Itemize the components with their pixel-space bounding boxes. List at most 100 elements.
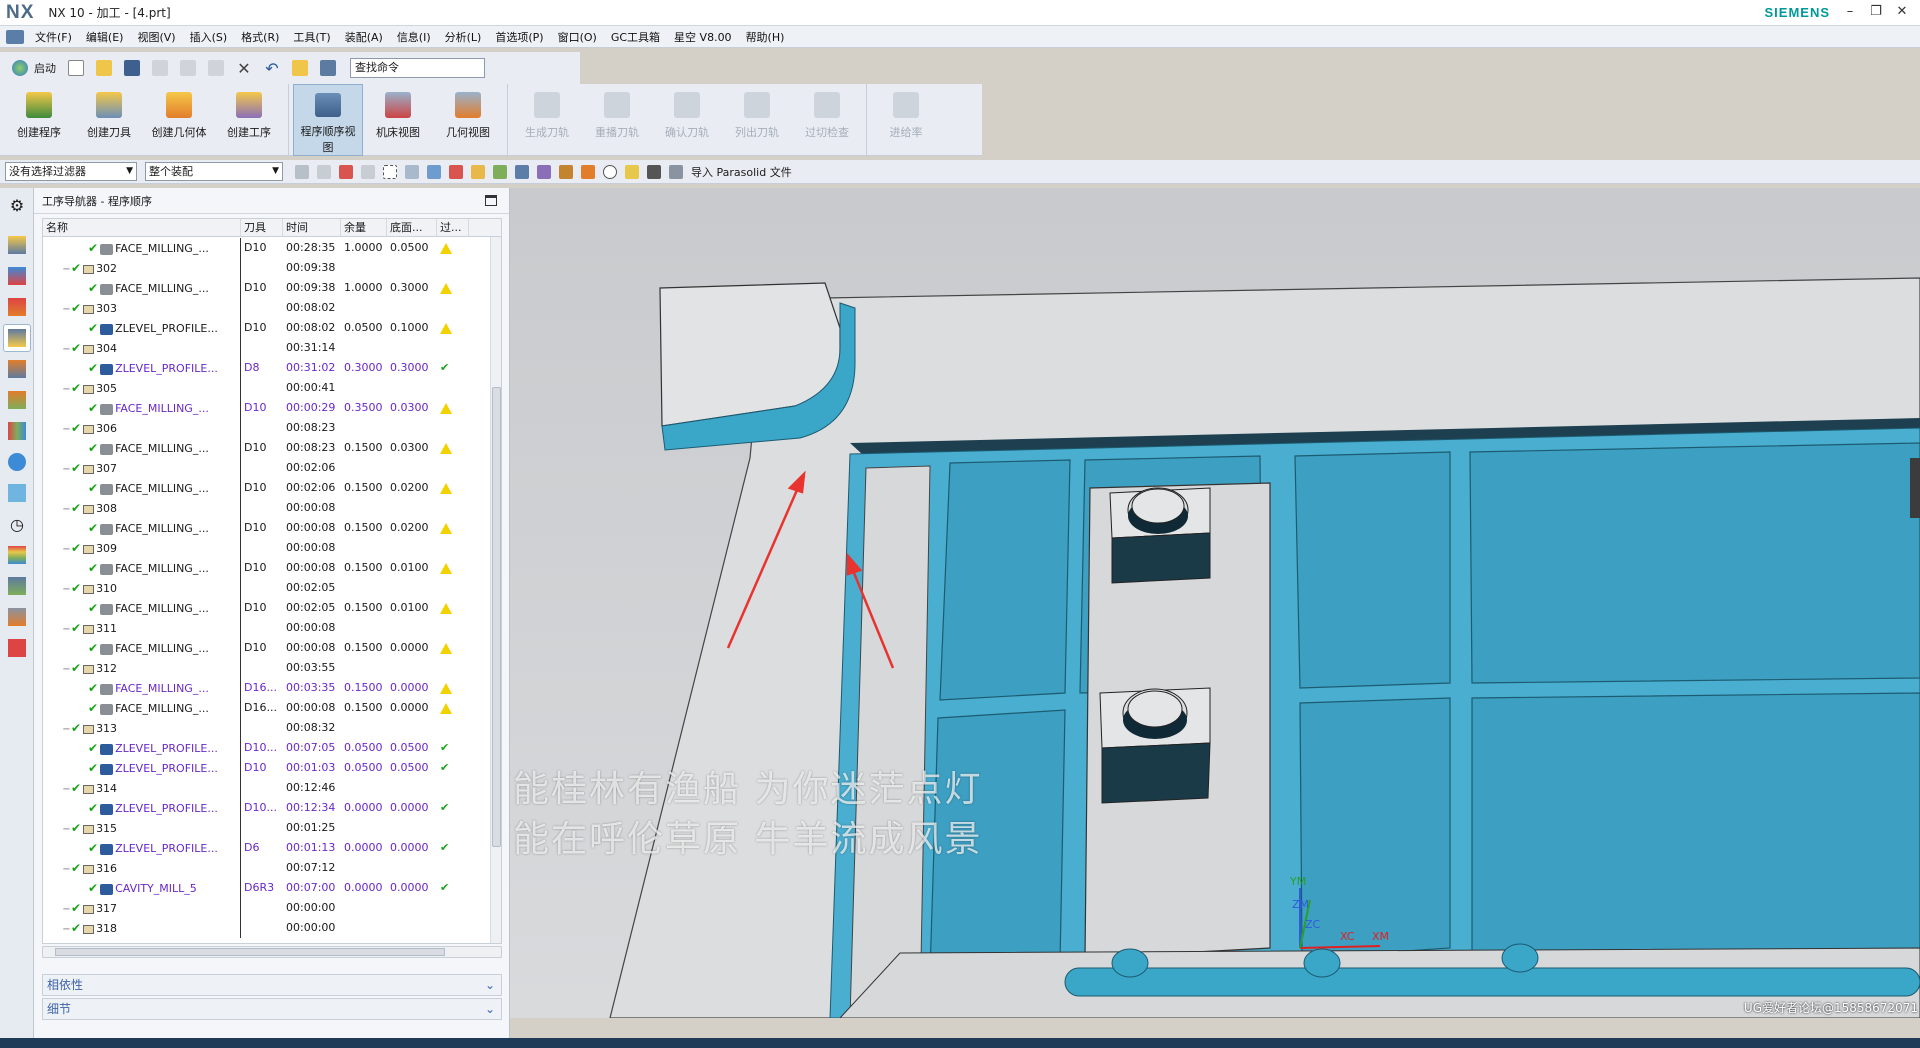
- program-order-view-button[interactable]: 程序顺序视图: [293, 84, 363, 156]
- box-select-icon[interactable]: [383, 164, 397, 179]
- analysis-icon[interactable]: [537, 164, 551, 179]
- wcs-icon[interactable]: [493, 164, 507, 179]
- operation-row[interactable]: ✔ FACE_MILLING_... D10 00:09:38 1.0000 0.3000: [43, 278, 491, 298]
- save-icon[interactable]: [120, 56, 144, 80]
- collapse-icon[interactable]: −: [62, 420, 71, 438]
- operation-row[interactable]: ✔ ZLEVEL_PROFILE... D10 00:08:02 0.0500 0.100…: [43, 318, 491, 338]
- verify-toolpath-button[interactable]: 确认刀轨: [652, 84, 722, 156]
- menu-xingkong[interactable]: 星空 V8.00: [667, 29, 739, 45]
- menu-tools[interactable]: 工具(T): [286, 29, 337, 45]
- feed-rate-button[interactable]: 进给率: [871, 84, 941, 156]
- info-signal-icon[interactable]: [3, 448, 31, 476]
- operation-row[interactable]: ✔ FACE_MILLING_... D10 00:00:29 0.3500 0.0300: [43, 398, 491, 418]
- assembly-scope-dropdown[interactable]: 整个装配 ▼: [145, 162, 283, 181]
- program-group-row[interactable]: −✔ 312 00:03:55: [43, 658, 491, 678]
- program-group-row[interactable]: −✔ 311 00:00:08: [43, 618, 491, 638]
- settings-gear-icon[interactable]: ⚙: [3, 191, 31, 219]
- library-books-icon[interactable]: [3, 417, 31, 445]
- collapse-icon[interactable]: −: [62, 380, 71, 398]
- menu-format[interactable]: 格式(R): [234, 29, 286, 45]
- replay-toolpath-button[interactable]: 重播刀轨: [582, 84, 652, 156]
- menu-file[interactable]: 文件(F): [28, 29, 79, 45]
- program-group-row[interactable]: −✔ 317 00:00:00: [43, 898, 491, 918]
- delete-icon[interactable]: ✕: [232, 56, 256, 80]
- operation-row[interactable]: ✔ ZLEVEL_PROFILE... D10 00:01:03 0.0500 0.050…: [43, 758, 491, 778]
- menu-window[interactable]: 窗口(O): [551, 29, 604, 45]
- collapse-icon[interactable]: −: [62, 720, 71, 738]
- program-group-row[interactable]: −✔ 309 00:00:08: [43, 538, 491, 558]
- create-geometry-button[interactable]: 创建几何体: [144, 84, 214, 156]
- operation-row[interactable]: ✔ ZLEVEL_PROFILE... D8 00:31:02 0.3000 0.3000…: [43, 358, 491, 378]
- process-studio-icon[interactable]: [3, 572, 31, 600]
- system-scenery-icon[interactable]: [3, 634, 31, 662]
- column-floor-stock[interactable]: 底面...: [387, 219, 437, 236]
- operation-row[interactable]: ✔ CAVITY_MILL_5 D6R3 00:07:00 0.0000 0.0000 ✔: [43, 878, 491, 898]
- horizontal-scrollbar[interactable]: [42, 946, 502, 958]
- column-time[interactable]: 时间: [283, 219, 341, 236]
- column-path-status[interactable]: 过...: [437, 219, 469, 236]
- program-group-row[interactable]: −✔ 302 00:09:38: [43, 258, 491, 278]
- measure-icon[interactable]: [515, 164, 529, 179]
- column-stock[interactable]: 余量: [341, 219, 387, 236]
- selection-filter-dropdown[interactable]: 没有选择过滤器 ▼: [5, 162, 137, 181]
- filter-icon[interactable]: [647, 164, 661, 179]
- graphics-viewport[interactable]: YM ZM ZC XC XM 可能桂林有渔船 为你迷茫点灯 可能在呼伦草原 牛羊…: [510, 188, 1920, 1018]
- operation-row[interactable]: ✔ FACE_MILLING_... D10 00:00:08 0.1500 0.0100: [43, 558, 491, 578]
- geometry-view-button[interactable]: 几何视图: [433, 84, 503, 156]
- maximize-icon[interactable]: [485, 195, 497, 206]
- create-operation-button[interactable]: 创建工序: [214, 84, 284, 156]
- cut-icon[interactable]: [148, 56, 172, 80]
- collapse-icon[interactable]: −: [62, 580, 71, 598]
- menu-preferences[interactable]: 首选项(P): [488, 29, 550, 45]
- visualization-icon[interactable]: [3, 541, 31, 569]
- collapse-icon[interactable]: −: [62, 860, 71, 878]
- operation-row[interactable]: ✔ FACE_MILLING_... D10 00:28:35 1.0000 0.0500: [43, 238, 491, 258]
- minimize-icon[interactable]: –: [1840, 3, 1860, 21]
- generate-toolpath-button[interactable]: 生成刀轨: [512, 84, 582, 156]
- select-icon[interactable]: [361, 164, 375, 179]
- program-group-row[interactable]: −✔ 315 00:01:25: [43, 818, 491, 838]
- program-group-row[interactable]: −✔ 310 00:02:05: [43, 578, 491, 598]
- machine-navigator-icon[interactable]: [3, 355, 31, 383]
- operation-row[interactable]: ✔ FACE_MILLING_... D10 00:00:08 0.1500 0.0200: [43, 518, 491, 538]
- operation-row[interactable]: ✔ FACE_MILLING_... D10 00:00:08 0.1500 0.0000: [43, 638, 491, 658]
- scrollbar-thumb[interactable]: [492, 387, 501, 847]
- menu-gc-toolbox[interactable]: GC工具箱: [604, 29, 667, 45]
- operation-row[interactable]: ✔ ZLEVEL_PROFILE... D10... 00:07:05 0.0500 0.…: [43, 738, 491, 758]
- collapse-icon[interactable]: −: [62, 620, 71, 638]
- collapse-icon[interactable]: −: [62, 460, 71, 478]
- web-browser-icon[interactable]: [3, 479, 31, 507]
- menu-help[interactable]: 帮助(H): [739, 29, 792, 45]
- app-menu-icon[interactable]: [6, 29, 24, 44]
- program-group-row[interactable]: −✔ 308 00:00:08: [43, 498, 491, 518]
- material-icon[interactable]: [581, 164, 595, 179]
- collapse-icon[interactable]: −: [62, 780, 71, 798]
- copy-icon[interactable]: [176, 56, 200, 80]
- collapse-icon[interactable]: −: [62, 340, 71, 358]
- vertical-scrollbar[interactable]: [490, 237, 501, 943]
- cube-icon[interactable]: [405, 164, 419, 179]
- reuse-library-icon[interactable]: [3, 386, 31, 414]
- close-icon[interactable]: ✕: [1892, 3, 1912, 21]
- program-group-row[interactable]: −✔ 314 00:12:46: [43, 778, 491, 798]
- menu-insert[interactable]: 插入(S): [183, 29, 235, 45]
- new-file-icon[interactable]: [64, 56, 88, 80]
- create-program-button[interactable]: 创建程序: [4, 84, 74, 156]
- operation-row[interactable]: ✔ FACE_MILLING_... D10 00:08:23 0.1500 0.0300: [43, 438, 491, 458]
- program-group-row[interactable]: −✔ 318 00:00:00: [43, 918, 491, 938]
- column-tool[interactable]: 刀具: [241, 219, 283, 236]
- history-clock-icon[interactable]: ◷: [3, 510, 31, 538]
- menu-view[interactable]: 视图(V): [130, 29, 182, 45]
- assembly-navigator-icon[interactable]: [3, 262, 31, 290]
- operation-navigator-icon[interactable]: [3, 324, 31, 352]
- details-panel[interactable]: 细节 ⌄: [42, 998, 502, 1020]
- command-finder-icon[interactable]: [316, 56, 340, 80]
- start-icon[interactable]: [8, 56, 32, 80]
- import-icon[interactable]: [669, 164, 683, 179]
- program-group-row[interactable]: −✔ 306 00:08:23: [43, 418, 491, 438]
- select-rule-icon[interactable]: [339, 164, 353, 179]
- shaded-cube-icon[interactable]: [427, 164, 441, 179]
- tool-icon[interactable]: [559, 164, 573, 179]
- program-group-row[interactable]: −✔ 305 00:00:41: [43, 378, 491, 398]
- paste-icon[interactable]: [204, 56, 228, 80]
